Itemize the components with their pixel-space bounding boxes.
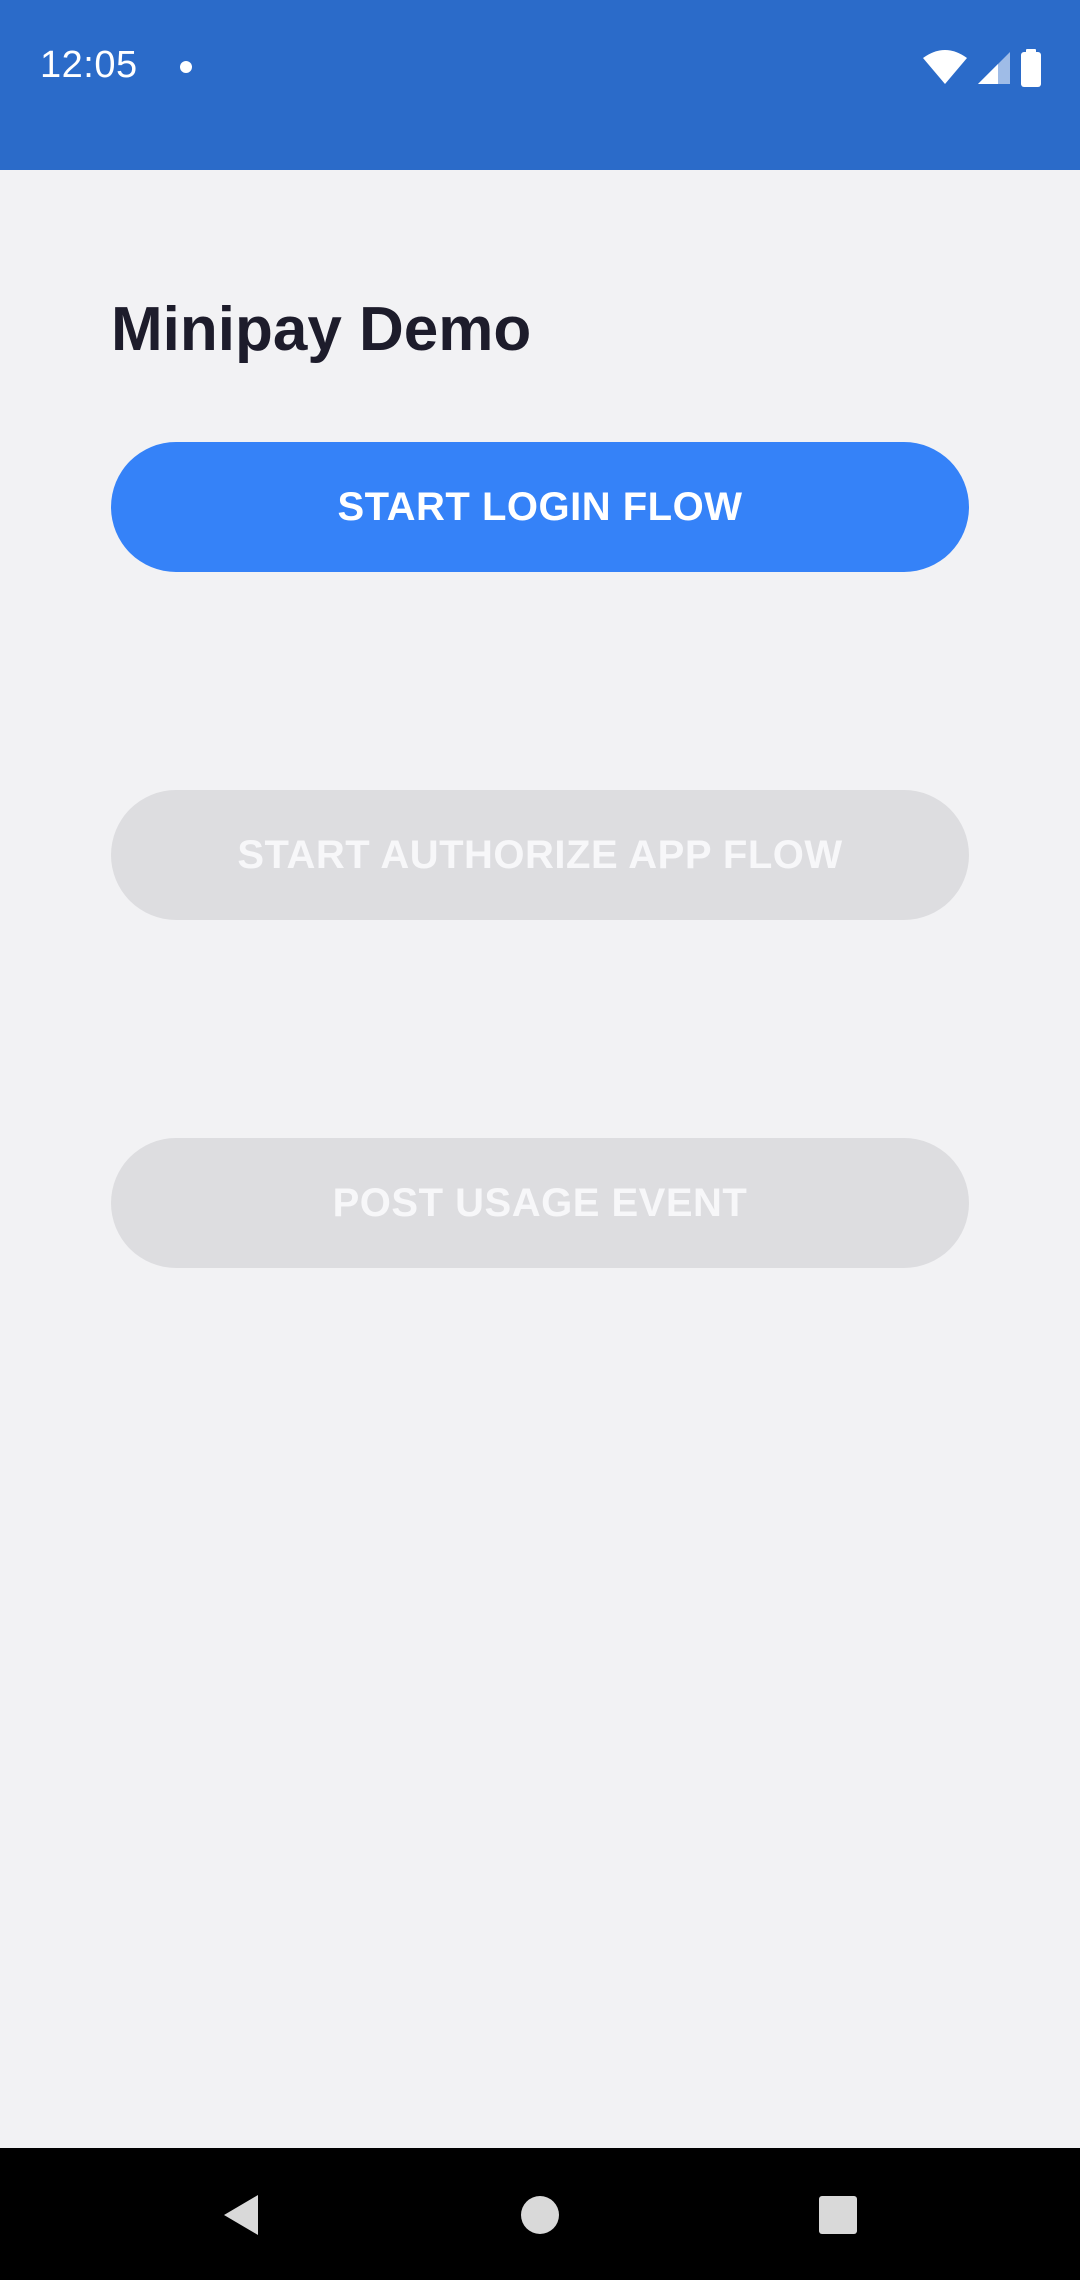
recents-icon[interactable] bbox=[808, 2190, 868, 2240]
status-time: 12:05 bbox=[40, 44, 138, 86]
page-title: Minipay Demo bbox=[111, 295, 532, 364]
start-authorize-app-flow-button[interactable]: START AUTHORIZE APP FLOW bbox=[111, 790, 969, 920]
status-icons bbox=[922, 48, 1042, 88]
post-usage-event-button[interactable]: POST USAGE EVENT bbox=[111, 1138, 969, 1268]
notification-dot-icon bbox=[180, 61, 192, 73]
back-icon[interactable] bbox=[210, 2190, 270, 2240]
wifi-icon bbox=[922, 50, 968, 86]
app-screen: 12:05 Minipay Demo START LOGIN FLOW STAR… bbox=[0, 0, 1080, 2280]
start-login-flow-button[interactable]: START LOGIN FLOW bbox=[111, 442, 969, 572]
battery-icon bbox=[1020, 49, 1042, 87]
main-content: Minipay Demo START LOGIN FLOW START AUTH… bbox=[0, 170, 1080, 2148]
navigation-bar bbox=[0, 2148, 1080, 2280]
home-icon[interactable] bbox=[510, 2190, 570, 2240]
status-bar: 12:05 bbox=[0, 0, 1080, 170]
signal-icon bbox=[976, 50, 1012, 86]
